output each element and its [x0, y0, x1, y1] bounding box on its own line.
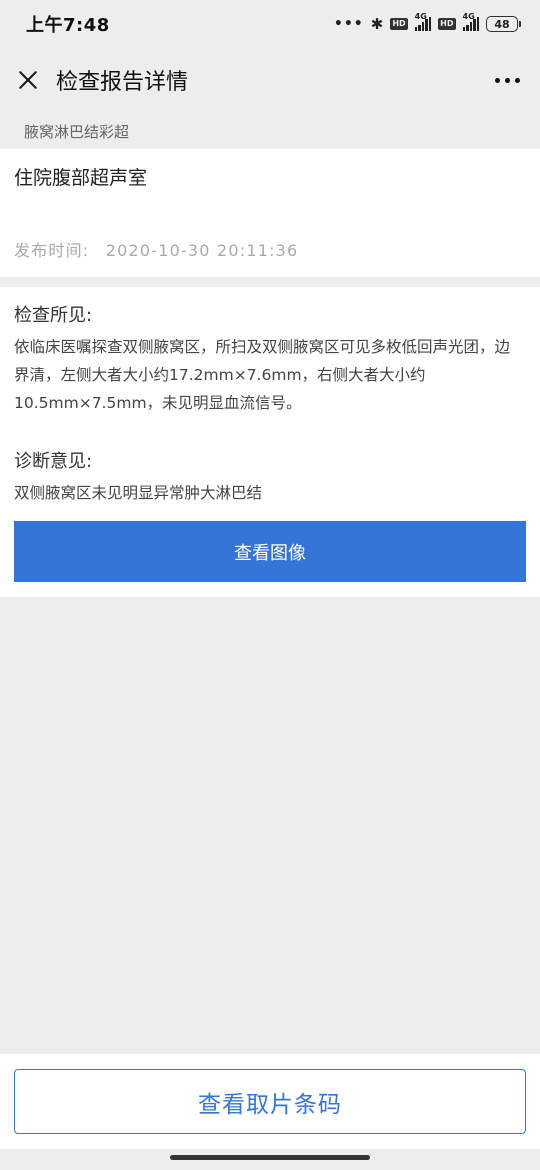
diagnosis-text: 双侧腋窝区未见明显异常肿大淋巴结	[14, 484, 263, 502]
battery-icon: 48	[486, 16, 521, 32]
exam-category: 腋窝淋巴结彩超	[0, 113, 540, 149]
department-name: 住院腹部超声室	[14, 167, 148, 189]
hd-badge: HD	[390, 18, 408, 30]
findings-title: 检查所见:	[14, 305, 93, 326]
nav-bar: 检查报告详情	[0, 48, 540, 112]
home-indicator[interactable]	[170, 1155, 370, 1160]
signal-icon: 4G	[462, 12, 479, 31]
diagnosis-title: 诊断意见:	[14, 451, 93, 472]
findings-text: 依临床医嘱探查双侧腋窝区，所扫及双侧腋窝区可见多枚低回声光团，边界清，左侧大者大…	[14, 338, 511, 412]
status-more-icon: •••	[333, 16, 364, 32]
status-icons: ••• ✱ HD 4G HD 4G 48	[333, 12, 521, 33]
department-card: 住院腹部超声室 发布时间: 2020-10-30 20:11:36	[0, 149, 540, 277]
publish-time: 2020-10-30 20:11:36	[105, 241, 299, 260]
hd-badge: HD	[438, 18, 456, 30]
bluetooth-icon: ✱	[370, 15, 384, 33]
status-time: 上午7:48	[26, 15, 110, 36]
signal-icon: 4G	[414, 12, 432, 31]
status-bar: 上午7:48 ••• ✱ HD 4G HD 4G 48	[0, 0, 540, 48]
view-barcode-button[interactable]: 查看取片条码	[14, 1069, 526, 1134]
publish-label: 发布时间:	[14, 241, 90, 260]
report-card: 检查所见: 依临床医嘱探查双侧腋窝区，所扫及双侧腋窝区可见多枚低回声光团，边界清…	[0, 287, 540, 597]
close-icon[interactable]	[16, 68, 40, 92]
page-title: 检查报告详情	[56, 70, 189, 95]
network-type: 4G	[462, 12, 475, 21]
more-icon[interactable]	[491, 72, 524, 89]
bottom-bar: 查看取片条码	[0, 1054, 540, 1149]
view-image-button[interactable]: 查看图像	[14, 521, 526, 582]
network-type: 4G	[414, 12, 427, 21]
publish-time-row: 发布时间: 2020-10-30 20:11:36	[14, 237, 298, 261]
